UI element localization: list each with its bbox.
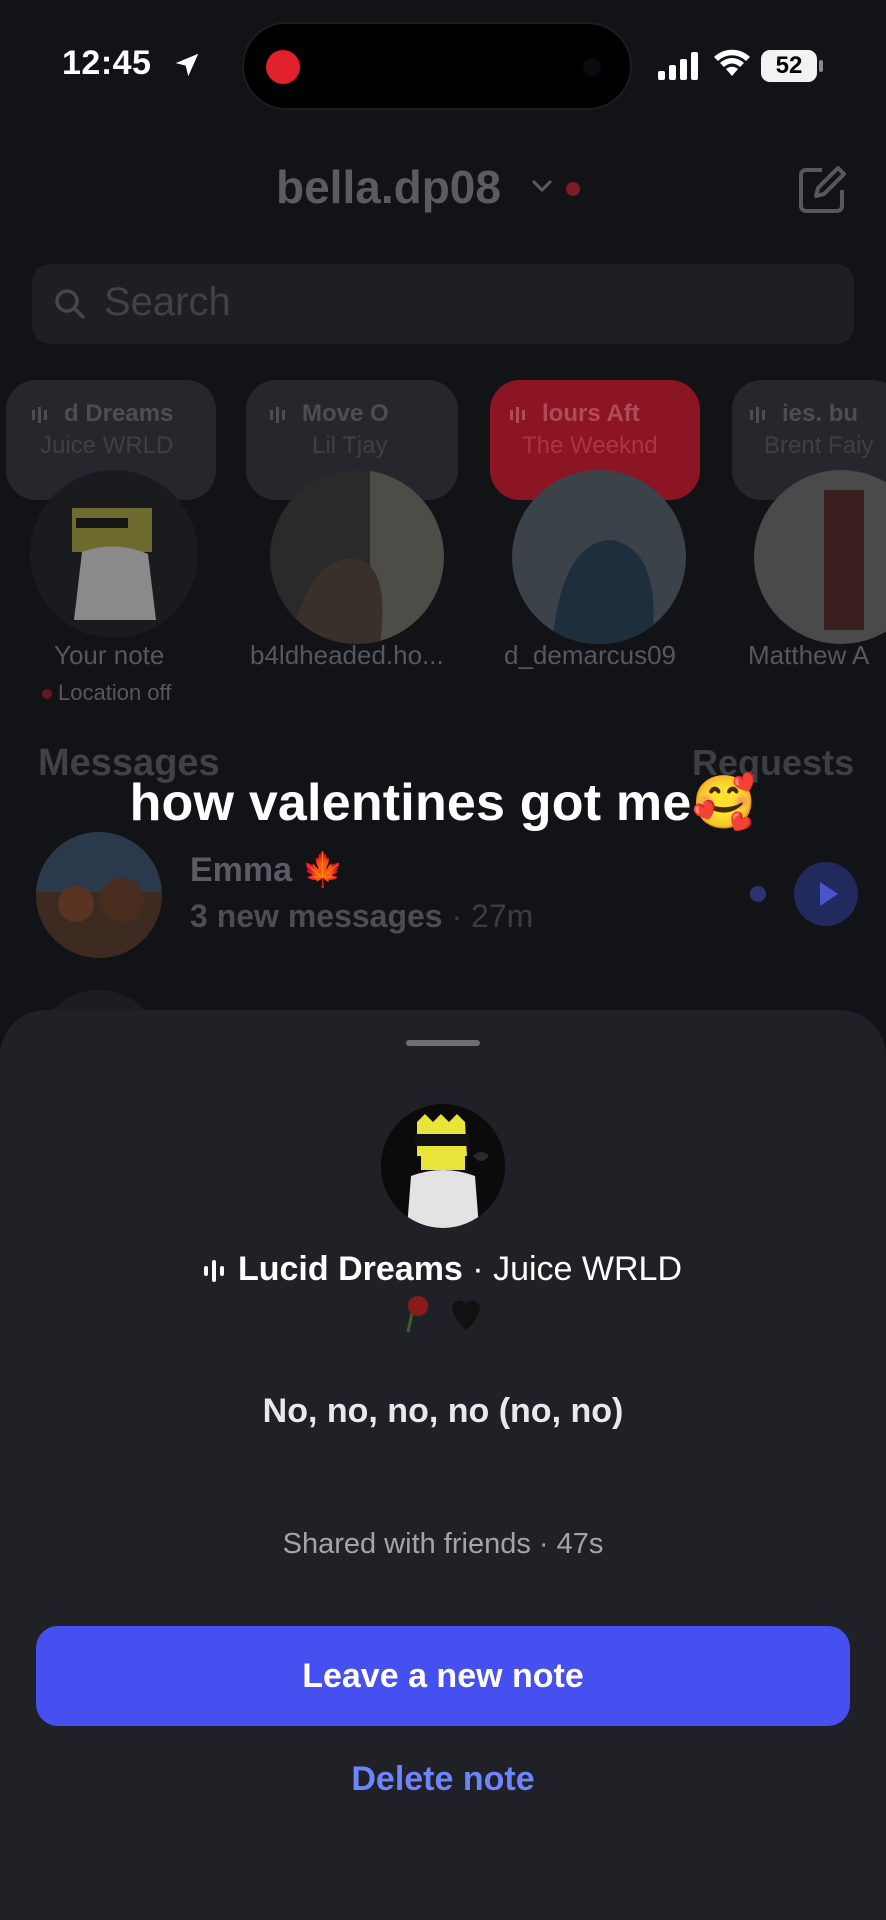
play-icon	[820, 882, 838, 906]
wifi-icon	[714, 49, 750, 76]
audio-bars-icon	[270, 406, 285, 423]
avatar-image	[270, 470, 444, 644]
note-artist: Brent Faiy	[764, 432, 874, 459]
camera-icon	[583, 58, 601, 76]
status-bar: 12:45 52	[0, 0, 886, 130]
location-arrow-icon	[175, 53, 199, 77]
note-owner-name: Your note	[54, 640, 165, 670]
search-icon	[55, 289, 86, 320]
status-time: 12:45	[62, 44, 152, 82]
note-song: Move O	[302, 400, 389, 427]
location-status: Location off	[42, 680, 171, 706]
account-switcher[interactable]: bella.dp08	[276, 160, 501, 214]
note-song: d Dreams	[64, 400, 174, 427]
profile-avatar	[381, 1104, 505, 1228]
note-owner-name: Matthew A	[748, 640, 870, 670]
delete-note-button[interactable]: Delete note	[0, 1760, 886, 1799]
avatar-image	[512, 470, 686, 644]
search-placeholder: Search	[104, 280, 231, 324]
battery-icon: 52	[761, 50, 817, 82]
rose-heart-emoji-icon	[406, 1296, 480, 1333]
song-artist: · Juice WRLD	[472, 1250, 682, 1288]
chevron-down-icon[interactable]	[530, 178, 554, 194]
avatar-image	[381, 1104, 505, 1228]
video-caption: how valentines got me🥰	[129, 774, 757, 832]
leave-new-note-button[interactable]: Leave a new note	[36, 1626, 850, 1726]
sheet-handle[interactable]	[406, 1040, 480, 1046]
unread-dot	[750, 886, 766, 902]
notification-dot	[566, 182, 580, 196]
avatar-image	[36, 832, 162, 958]
shared-status: Shared with friends · 47s	[282, 1528, 604, 1560]
conversation-name: Emma 🍁	[190, 851, 344, 889]
avatar-image	[30, 470, 198, 638]
note-owner-name: d_demarcus09	[504, 640, 676, 670]
note-song: ies. bu	[782, 400, 859, 427]
audio-bars-icon	[32, 406, 47, 423]
conversation-preview: 3 new messages · 27m	[190, 898, 534, 934]
signal-icon	[658, 52, 698, 80]
play-button[interactable]	[794, 862, 858, 926]
note-owner-name: b4ldheaded.ho...	[250, 640, 444, 670]
note-song: lours Aft	[542, 400, 640, 427]
note-lyric: No, no, no, no (no, no)	[262, 1392, 624, 1430]
dynamic-island	[242, 22, 632, 110]
recording-dot-icon	[266, 50, 300, 84]
note-song-line: Lucid Dreams · Juice WRLD	[0, 1250, 886, 1289]
avatar[interactable]	[270, 470, 444, 644]
note-artist: Juice WRLD	[40, 432, 174, 459]
avatar[interactable]	[30, 470, 198, 638]
note-artist: The Weeknd	[522, 432, 658, 459]
song-title: Lucid Dreams	[237, 1250, 463, 1288]
avatar[interactable]	[36, 832, 162, 958]
audio-bars-icon	[203, 1260, 224, 1282]
note-artist: Lil Tjay	[312, 432, 388, 459]
battery-nub	[819, 60, 823, 72]
audio-bars-icon	[750, 406, 765, 423]
compose-icon[interactable]	[796, 164, 848, 216]
audio-bars-icon	[510, 406, 525, 423]
avatar[interactable]	[512, 470, 686, 644]
